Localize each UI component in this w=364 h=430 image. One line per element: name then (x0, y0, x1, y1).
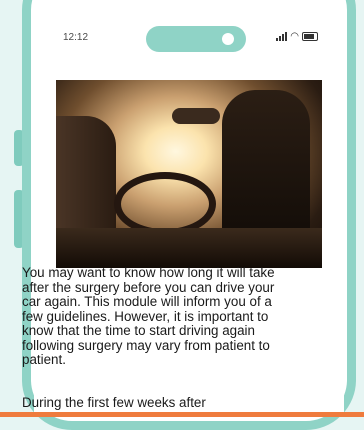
battery-icon (302, 32, 318, 41)
status-time: 12:12 (63, 32, 89, 43)
module-intro-text: You may want to know how long it will ta… (22, 265, 275, 367)
status-bar: 12:12 ◠ (34, 13, 344, 63)
wifi-icon: ◠ (290, 31, 299, 42)
rearview-mirror (172, 108, 220, 124)
status-icons: ◠ (276, 31, 318, 42)
dashboard (56, 228, 322, 268)
camera-icon (222, 33, 234, 45)
steering-wheel (114, 172, 216, 236)
car-interior-photo (56, 80, 322, 268)
dynamic-island (146, 26, 246, 52)
accent-bar (0, 412, 364, 417)
module-next-paragraph: During the first few weeks after (22, 395, 206, 410)
signal-icon (276, 32, 288, 41)
